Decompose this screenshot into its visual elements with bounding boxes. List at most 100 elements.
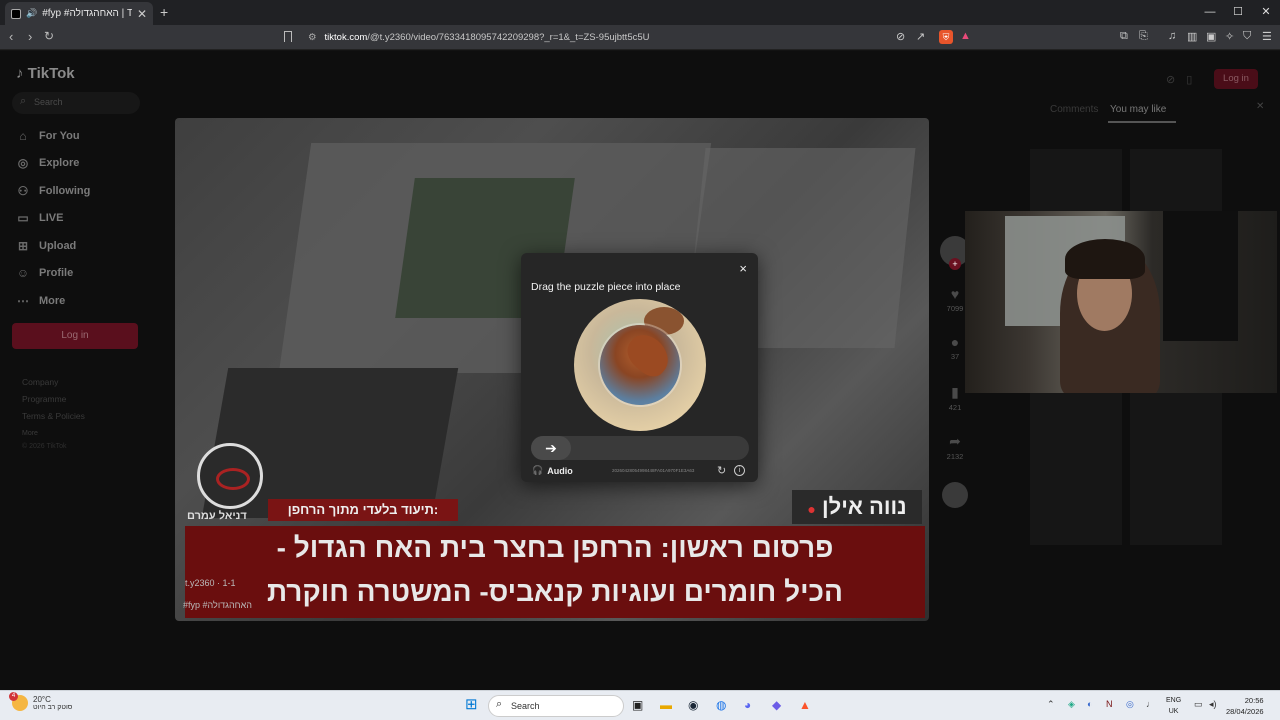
weather-widget[interactable]: 4 20°C סוטק רב היוט <box>9 692 72 711</box>
nav-for-you[interactable]: ⌂ For You <box>16 129 79 143</box>
captcha-close-icon[interactable]: × <box>739 261 747 276</box>
minimize-button[interactable]: — <box>1196 0 1224 25</box>
profile-icon: ☺ <box>16 266 30 280</box>
nav-explore[interactable]: ◎ Explore <box>16 156 80 170</box>
search-input[interactable]: Search <box>12 92 140 114</box>
coin-icon[interactable]: ⊘ <box>1166 74 1175 86</box>
live-icon: ▭ <box>17 211 29 225</box>
tray-app-icon[interactable]: ◈ <box>1068 699 1075 710</box>
nav-live[interactable]: ▭ LIVE <box>16 211 63 225</box>
brave-rewards-icon[interactable]: ▲ <box>960 30 971 42</box>
pin-icon: ● <box>807 501 816 517</box>
footer-links: Company Programme Terms & Policies More <box>22 374 85 442</box>
windows-taskbar: 4 20°C סוטק רב היוט ⊞ Search ▣ ▬ ◉ ◍ ◕ ◆… <box>0 690 1280 720</box>
sidebar-icon[interactable]: ▥ <box>1187 30 1197 43</box>
volume-icon[interactable]: ◂) <box>1209 699 1217 710</box>
steam-icon[interactable]: ◉ <box>688 698 698 712</box>
url-path: /@t.y2360/video/7633418095742209298?_r=1… <box>367 32 650 43</box>
close-window-button[interactable]: ✕ <box>1252 0 1280 25</box>
tray-network-icon[interactable]: ◎ <box>1126 699 1134 710</box>
nav-more[interactable]: ⋯ More <box>16 294 65 308</box>
url-field[interactable]: ⚙ tiktok.com /@t.y2360/video/76334180957… <box>280 28 980 47</box>
language-indicator[interactable]: ENG UK <box>1166 695 1181 717</box>
microphone-icon[interactable]: ♩ <box>1146 699 1155 709</box>
home-icon: ⌂ <box>19 129 27 143</box>
music-disc-icon[interactable] <box>942 482 968 508</box>
brave-shield-icon[interactable]: ⛨ <box>939 30 953 44</box>
discord-icon[interactable]: ◕ <box>744 698 751 712</box>
tiktok-logo[interactable]: ♪ TikTok <box>16 65 75 82</box>
nav-upload[interactable]: ⊞ Upload <box>16 239 76 253</box>
tray-onenote-icon[interactable]: N <box>1106 699 1113 709</box>
location-caption: ● נווה אילן <box>792 490 922 524</box>
chrome-icon[interactable]: ◍ <box>716 698 726 712</box>
speaker-icon[interactable]: 🔊 <box>26 8 37 19</box>
reload-icon[interactable]: ↻ <box>44 29 54 43</box>
info-icon[interactable]: i <box>734 465 745 476</box>
media-icon[interactable]: ♫ <box>1168 30 1176 42</box>
wallet-icon[interactable]: ▣ <box>1206 30 1216 43</box>
channel-eye-logo <box>197 443 263 509</box>
forward-icon[interactable]: › <box>28 29 32 44</box>
tab-you-may-like[interactable]: You may like <box>1110 104 1166 115</box>
new-tab-button[interactable]: + <box>160 4 168 20</box>
screenshot-icon[interactable]: ⎘ <box>1139 30 1148 43</box>
extensions-icon[interactable]: ⧉ <box>1120 30 1128 43</box>
start-windows-icon[interactable]: ⊞ <box>465 695 478 713</box>
task-view-icon[interactable]: ▣ <box>632 698 643 712</box>
site-info-icon[interactable]: ⚙ <box>308 32 317 43</box>
footer-link-more[interactable]: More <box>22 425 85 442</box>
share-button[interactable]: ➦ 2132 <box>940 433 970 461</box>
slider-handle-arrow-icon[interactable]: ➔ <box>531 436 571 460</box>
leo-ai-icon[interactable]: ✧ <box>1225 30 1234 43</box>
panel-close-icon[interactable]: ✕ <box>1256 101 1264 112</box>
back-icon[interactable]: ‹ <box>9 29 13 44</box>
video-username[interactable]: t.y2360 · 1-1 <box>185 578 236 588</box>
captcha-title: Drag the puzzle piece into place <box>531 281 681 293</box>
show-hidden-icons[interactable]: ⌃ <box>1047 699 1055 710</box>
taskbar-search[interactable]: Search <box>488 695 624 717</box>
sidebar-login-button[interactable]: Log in <box>12 323 138 349</box>
nav-following[interactable]: ⚇ Following <box>16 184 91 198</box>
webcam-overlay <box>965 211 1277 393</box>
puzzle-image <box>574 299 706 431</box>
tab-close-icon[interactable]: ✕ <box>137 7 147 21</box>
plus-square-icon: ⊞ <box>17 239 29 253</box>
tray-bluetooth-icon[interactable]: ◐ <box>1087 699 1092 709</box>
main-caption: פרסום ראשון: הרחפן בחצר בית האח הגדול - … <box>185 526 925 618</box>
tab-underline <box>1108 121 1176 123</box>
sub-caption: תיעוד בלעדי מתוך הרחפן: <box>268 499 458 521</box>
file-explorer-icon[interactable]: ▬ <box>660 698 672 712</box>
app-icon[interactable]: ◆ <box>772 698 781 712</box>
clock[interactable]: 20:56 28/04/2026 <box>1226 695 1264 717</box>
brave-browser-icon[interactable]: ▲ <box>799 698 811 712</box>
footer-link-terms[interactable]: Terms & Policies <box>22 408 85 425</box>
browser-tab[interactable]: 🔊 #fyp #האחהגדולה | TikTok ✕ <box>5 2 153 25</box>
device-icon[interactable]: ▯ <box>1186 74 1192 86</box>
share-icon[interactable]: ↗ <box>916 30 925 43</box>
audio-captcha-button[interactable]: 🎧 Audio <box>532 465 573 476</box>
channel-name: דניאל עמרם <box>187 510 247 522</box>
nav-profile[interactable]: ☺ Profile <box>16 266 73 280</box>
video-hashtags[interactable]: #fyp #האחהגדולה <box>183 600 252 610</box>
maximize-button[interactable]: ☐ <box>1224 0 1252 25</box>
top-login-button[interactable]: Log in <box>1214 69 1258 89</box>
headphones-icon: 🎧 <box>532 465 544 475</box>
vpn-icon[interactable]: ⛉ <box>1243 30 1251 43</box>
window-controls: — ☐ ✕ <box>1196 0 1280 25</box>
mute-icon[interactable]: ⊘ <box>896 30 905 43</box>
weather-temp: 20°C <box>33 695 51 704</box>
room-door <box>1163 211 1238 341</box>
footer-link-programme[interactable]: Programme <box>22 391 85 408</box>
tiktok-favicon-icon <box>11 8 21 19</box>
person-hair <box>1065 239 1145 279</box>
tab-comments[interactable]: Comments <box>1050 104 1098 115</box>
display-icon[interactable]: ▭ <box>1194 699 1203 710</box>
captcha-id: 20260428054998448FA01A970F1E3A63 <box>612 468 695 473</box>
menu-icon[interactable]: ☰ <box>1262 30 1272 43</box>
top-icons: ⊘ ▯ <box>1166 73 1192 86</box>
refresh-icon[interactable]: ↻ <box>717 464 726 477</box>
share-arrow-icon: ➦ <box>949 433 961 449</box>
puzzle-slider-track[interactable]: ➔ <box>531 436 749 460</box>
footer-link-company[interactable]: Company <box>22 374 85 391</box>
